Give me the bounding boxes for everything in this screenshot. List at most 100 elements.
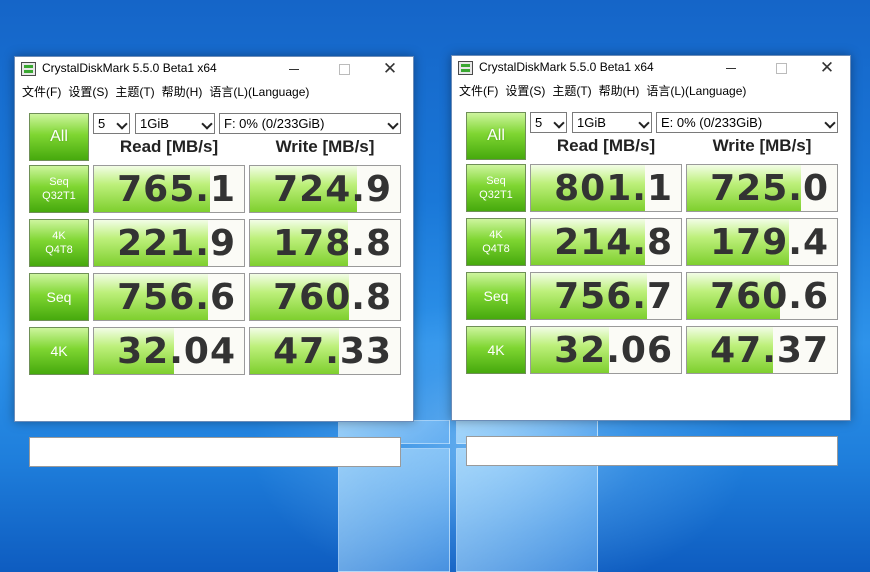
write-header: Write [MB/s] (275, 137, 375, 156)
test-name-line1: 4K (489, 229, 503, 241)
test-size-select[interactable]: 1GiB (135, 113, 215, 134)
write-result-cell: 725.0 (686, 164, 838, 212)
test-name-line2: Q4T8 (45, 244, 73, 256)
write-value: 725.0 (710, 168, 829, 209)
test-button[interactable]: Seq (29, 273, 89, 321)
menu-item[interactable]: 文件(F) (458, 80, 504, 100)
read-result-cell: 32.04 (93, 327, 245, 375)
chevron-down-icon (553, 117, 565, 129)
write-result-cell: 178.8 (249, 219, 401, 267)
test-button[interactable]: Seq (466, 272, 526, 320)
window-title: CrystalDiskMark 5.5.0 Beta1 x64 (42, 61, 217, 75)
menu-item[interactable]: 设置(S) (67, 81, 114, 101)
menu-item[interactable]: 语言(L)(Language) (208, 81, 315, 101)
test-name-line2: Q4T8 (482, 243, 510, 255)
menu-item[interactable]: 主题(T) (551, 80, 597, 100)
chevron-down-icon (116, 118, 128, 130)
test-size-value: 1GiB (577, 115, 606, 130)
test-name-line1: 4K (52, 230, 66, 242)
close-icon[interactable]: ✕ (804, 56, 850, 80)
menu-item[interactable]: 文件(F) (21, 81, 67, 101)
maximize-button[interactable] (758, 56, 804, 80)
minimize-button[interactable] (271, 57, 317, 81)
cdm-window-left: CrystalDiskMark 5.5.0 Beta1 x64 ✕ 文件(F) 设置(… (14, 56, 414, 467)
test-name-line1: Seq (49, 176, 69, 188)
drive-select[interactable]: F: 0% (0/233GiB) (219, 113, 401, 134)
menu-bar: 文件(F) 设置(S) 主题(T) 帮助(H) 语言(L)(Language) (452, 80, 850, 100)
test-name-line2: Q32T1 (479, 189, 513, 201)
menu-bar: 文件(F) 设置(S) 主题(T) 帮助(H) 语言(L)(Language) (15, 81, 413, 101)
drive-value: F: 0% (0/233GiB) (224, 116, 325, 131)
read-value: 214.8 (554, 222, 673, 263)
test-count-value: 5 (98, 116, 106, 131)
write-header: Write [MB/s] (712, 136, 812, 155)
drive-select[interactable]: E: 0% (0/233GiB) (656, 112, 838, 133)
title-bar: CrystalDiskMark 5.5.0 Beta1 x64 ✕ (15, 57, 413, 81)
read-value: 801.1 (554, 168, 673, 209)
test-name-line1: 4K (487, 342, 505, 358)
chevron-down-icon (824, 117, 836, 129)
write-value: 179.4 (710, 222, 829, 263)
minimize-button[interactable] (708, 56, 754, 80)
write-value: 760.6 (710, 276, 829, 317)
read-result-cell: 214.8 (530, 218, 682, 266)
test-button[interactable]: 4K Q4T8 (466, 218, 526, 266)
test-size-value: 1GiB (140, 116, 169, 131)
test-name-line1: Seq (483, 288, 509, 304)
read-result-cell: 756.6 (93, 273, 245, 321)
write-result-cell: 47.37 (686, 326, 838, 374)
write-result-cell: 724.9 (249, 165, 401, 213)
chevron-down-icon (638, 117, 650, 129)
maximize-button[interactable] (321, 57, 367, 81)
read-value: 756.6 (117, 277, 236, 318)
test-button[interactable]: 4K (29, 327, 89, 375)
app-icon (21, 62, 36, 76)
menu-item[interactable]: 语言(L)(Language) (645, 80, 752, 100)
menu-item[interactable]: 帮助(H) (161, 81, 209, 101)
test-count-select[interactable]: 5 (530, 112, 567, 133)
test-size-select[interactable]: 1GiB (572, 112, 652, 133)
write-value: 47.37 (710, 330, 829, 371)
window-title: CrystalDiskMark 5.5.0 Beta1 x64 (479, 60, 654, 74)
read-value: 32.06 (554, 330, 673, 371)
test-button[interactable]: 4K (466, 326, 526, 374)
read-result-cell: 221.9 (93, 219, 245, 267)
windows-logo-pane (456, 448, 598, 572)
test-name-line1: Seq (46, 289, 72, 305)
test-count-select[interactable]: 5 (93, 113, 130, 134)
read-value: 32.04 (117, 331, 236, 372)
write-result-cell: 760.6 (686, 272, 838, 320)
app-icon (458, 61, 473, 75)
read-header: Read [MB/s] (119, 137, 219, 156)
write-value: 47.33 (273, 331, 392, 372)
write-value: 760.8 (273, 277, 392, 318)
read-header: Read [MB/s] (556, 136, 656, 155)
chevron-down-icon (387, 118, 399, 130)
comment-input[interactable] (29, 437, 401, 467)
read-result-cell: 801.1 (530, 164, 682, 212)
all-button[interactable]: All (29, 113, 89, 161)
write-value: 724.9 (273, 169, 392, 210)
close-icon[interactable]: ✕ (367, 57, 413, 81)
comment-input[interactable] (466, 436, 838, 466)
test-name-line1: Seq (486, 175, 506, 187)
write-result-cell: 760.8 (249, 273, 401, 321)
test-button[interactable]: Seq Q32T1 (29, 165, 89, 213)
test-button[interactable]: 4K Q4T8 (29, 219, 89, 267)
cdm-window-right: CrystalDiskMark 5.5.0 Beta1 x64 ✕ 文件(F) 设置(… (451, 55, 851, 466)
test-name-line2: Q32T1 (42, 190, 76, 202)
test-name-line1: 4K (50, 343, 68, 359)
test-count-value: 5 (535, 115, 543, 130)
menu-item[interactable]: 帮助(H) (598, 80, 646, 100)
read-result-cell: 756.7 (530, 272, 682, 320)
read-result-cell: 765.1 (93, 165, 245, 213)
menu-item[interactable]: 设置(S) (504, 80, 551, 100)
write-result-cell: 179.4 (686, 218, 838, 266)
read-result-cell: 32.06 (530, 326, 682, 374)
write-result-cell: 47.33 (249, 327, 401, 375)
read-value: 756.7 (554, 276, 673, 317)
test-button[interactable]: Seq Q32T1 (466, 164, 526, 212)
menu-item[interactable]: 主题(T) (114, 81, 160, 101)
all-button[interactable]: All (466, 112, 526, 160)
read-value: 221.9 (117, 223, 236, 264)
